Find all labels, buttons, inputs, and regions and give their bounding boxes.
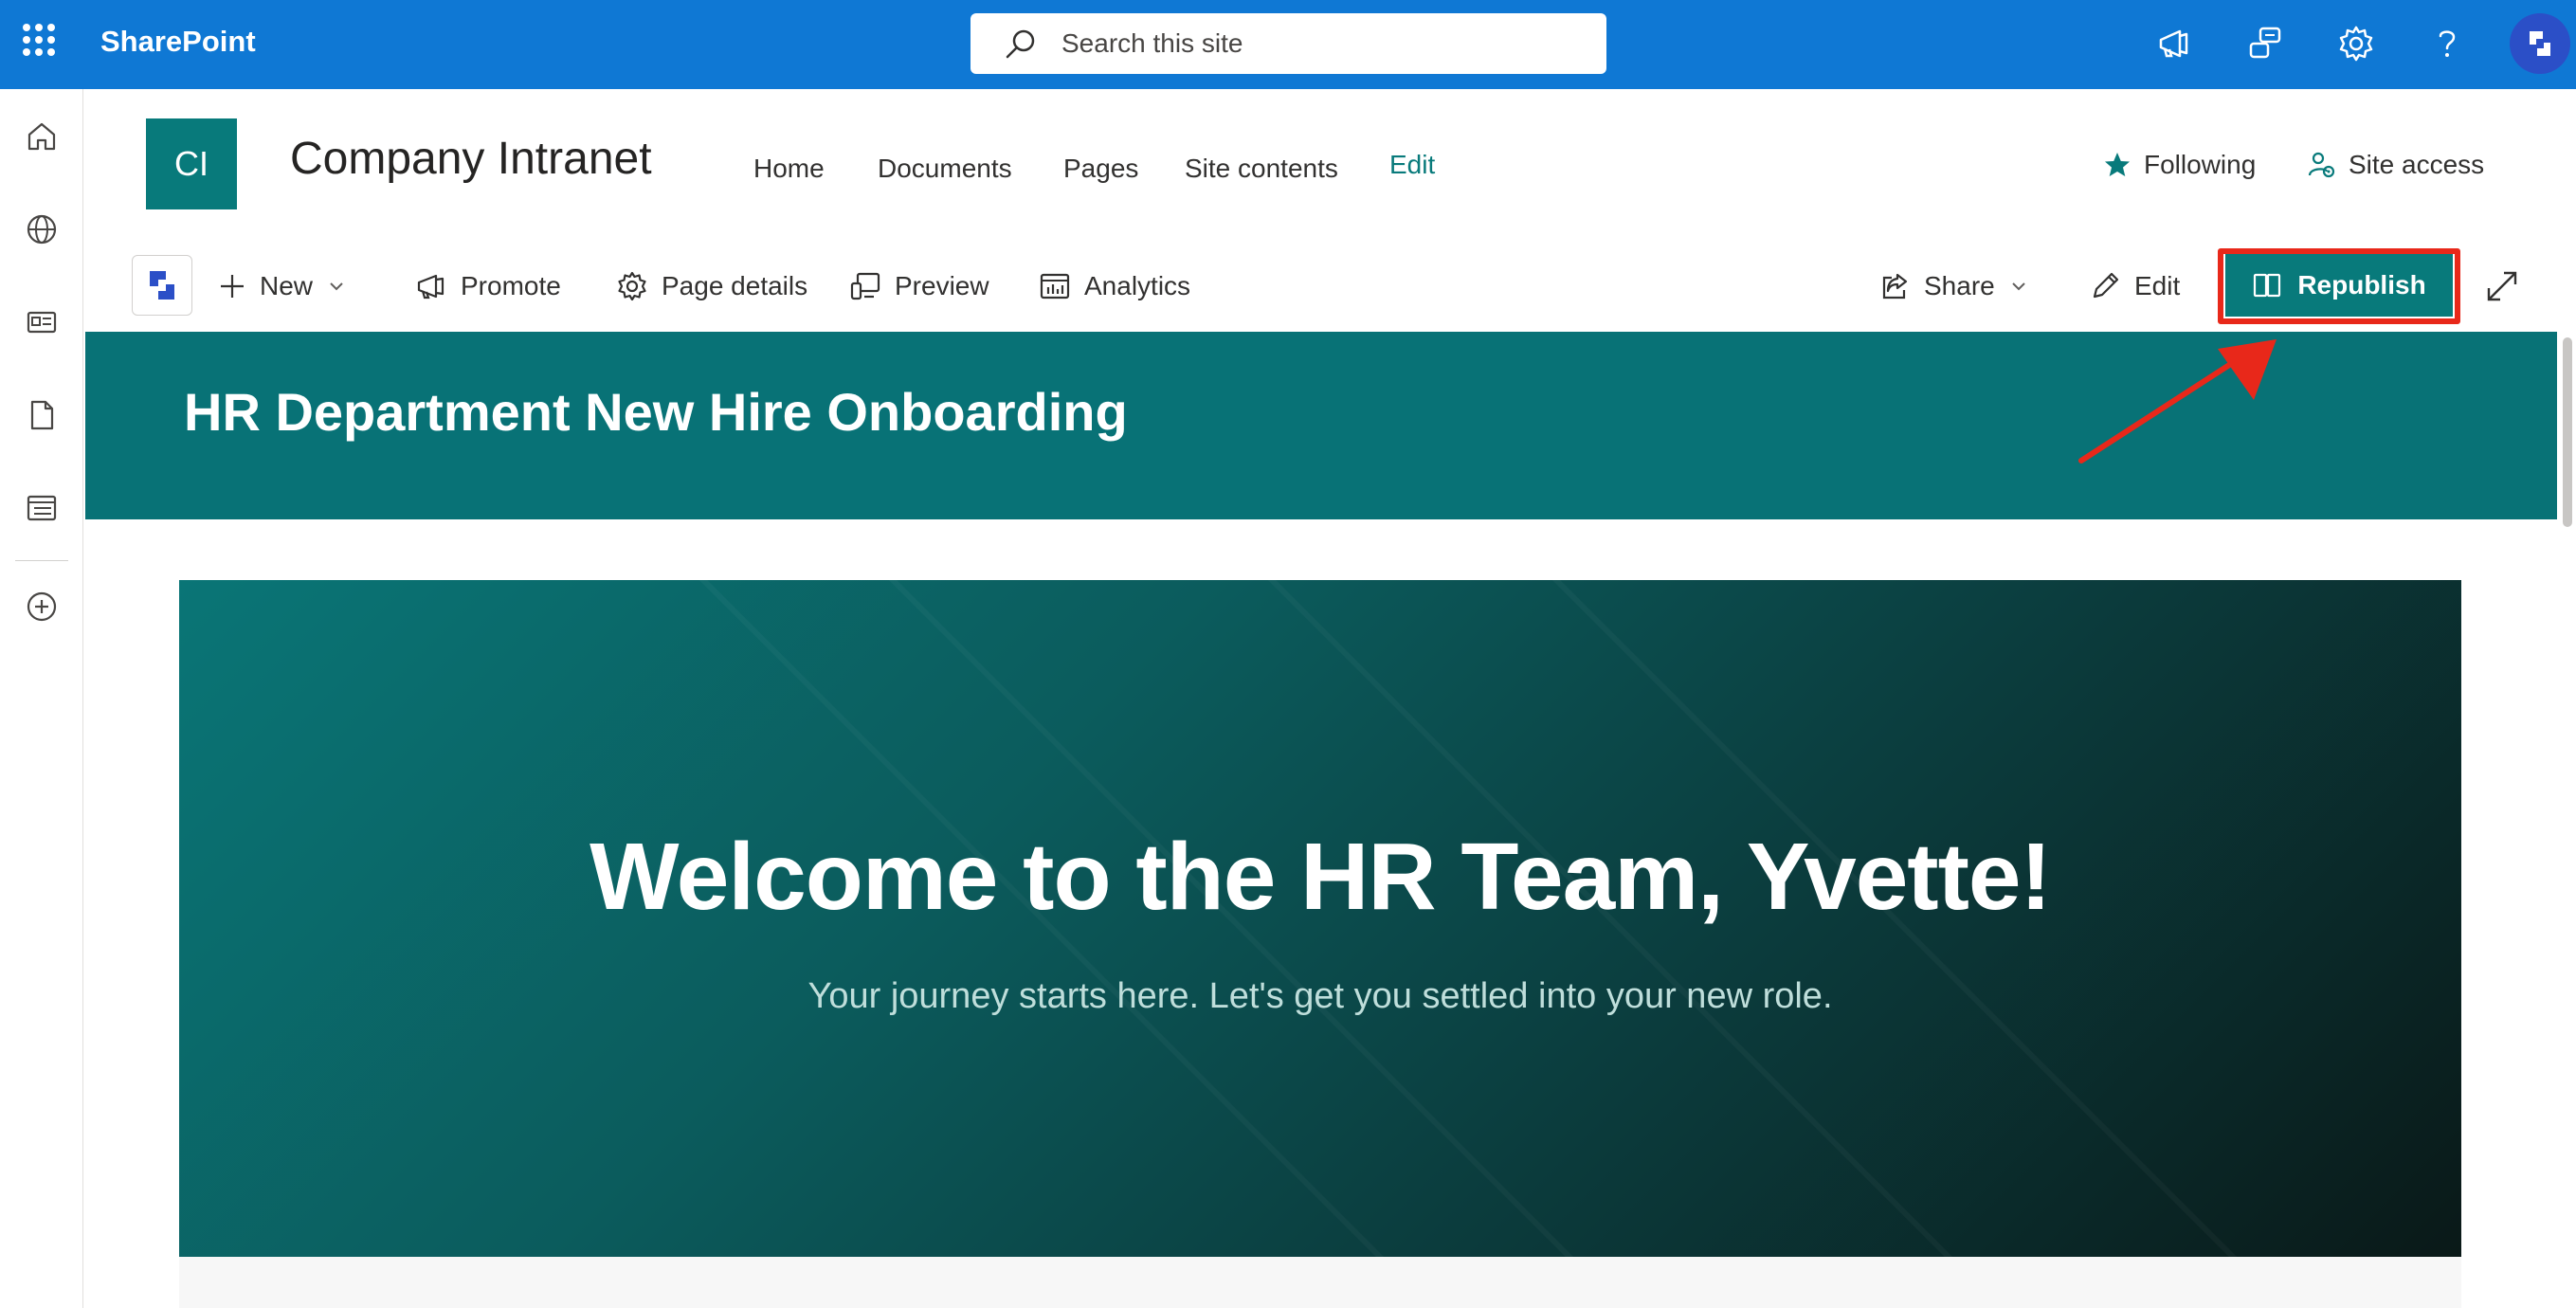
promote-label: Promote [461,271,561,300]
app-logo-icon [150,271,174,300]
nav-home[interactable]: Home [753,154,825,184]
feedback-icon[interactable] [2240,19,2290,68]
hero-subtitle: Your journey starts here. Let's get you … [807,976,1833,1016]
megaphone-icon [417,274,444,300]
nav-documents[interactable]: Documents [878,154,1012,184]
hero-title: Welcome to the HR Team, Yvette! [590,824,2052,930]
following-button[interactable]: Following [2102,150,2256,180]
chevron-down-icon [2012,282,2025,291]
rail-divider [15,560,68,561]
site-access-label: Site access [2349,150,2485,179]
left-rail [0,89,83,1308]
pencil-icon [2093,272,2119,299]
help-icon[interactable] [2422,19,2472,68]
list-icon[interactable] [17,483,66,533]
page-details-label: Page details [662,271,808,300]
nav-pages[interactable]: Pages [1063,154,1138,184]
content-section [179,1257,2461,1308]
people-settings-icon [2308,152,2335,178]
analytics-label: Analytics [1084,271,1191,300]
user-logo-icon [2530,31,2550,56]
star-icon [2105,153,2130,176]
annotation-arrow [2078,339,2277,463]
app-launcher-icon[interactable] [23,24,55,56]
suite-bar: SharePoint [0,0,2576,89]
page-title: HR Department New Hire Onboarding [184,382,1128,442]
site-access-button[interactable]: Site access [2307,150,2484,180]
app-name[interactable]: SharePoint [100,25,256,59]
following-label: Following [2144,150,2257,179]
search-box[interactable] [971,13,1606,74]
nav-site-contents[interactable]: Site contents [1185,154,1338,184]
avatar[interactable] [2510,13,2570,74]
gear-icon[interactable] [2331,19,2381,68]
share-icon [1882,273,1908,300]
annotation-highlight-box [2218,248,2460,324]
home-icon[interactable] [17,112,66,161]
share-button[interactable]: Share [1878,265,2029,307]
expand-button[interactable] [2485,265,2519,307]
edit-label: Edit [2134,271,2181,300]
new-label: New [260,271,314,300]
share-label: Share [1924,271,1995,300]
hero-banner: Welcome to the HR Team, Yvette! Your jou… [179,580,2461,1257]
news-icon[interactable] [17,298,66,347]
globe-icon[interactable] [17,205,66,254]
device-preview-icon [850,272,880,300]
create-add-icon[interactable] [17,582,66,631]
promote-button[interactable]: Promote [415,265,561,307]
analytics-icon [1040,273,1070,300]
site-logo[interactable]: CI [146,118,237,209]
analytics-button[interactable]: Analytics [1039,265,1190,307]
preview-label: Preview [895,271,989,300]
plus-icon [221,275,244,298]
new-button[interactable]: New [218,265,347,307]
megaphone-icon[interactable] [2150,19,2199,68]
expand-icon [2487,271,2517,301]
document-icon[interactable] [17,391,66,440]
nav-edit-link[interactable]: Edit [1389,150,1435,180]
edit-button[interactable]: Edit [2089,265,2180,307]
gear-icon [618,271,646,301]
page-details-button[interactable]: Page details [616,265,807,307]
app-logo-button[interactable] [132,255,192,316]
search-icon [1006,29,1035,59]
scrollbar-thumb[interactable] [2563,337,2572,527]
site-title[interactable]: Company Intranet [290,133,652,185]
chevron-down-icon [330,282,343,291]
search-input[interactable] [1061,25,1573,63]
preview-button[interactable]: Preview [849,265,989,307]
